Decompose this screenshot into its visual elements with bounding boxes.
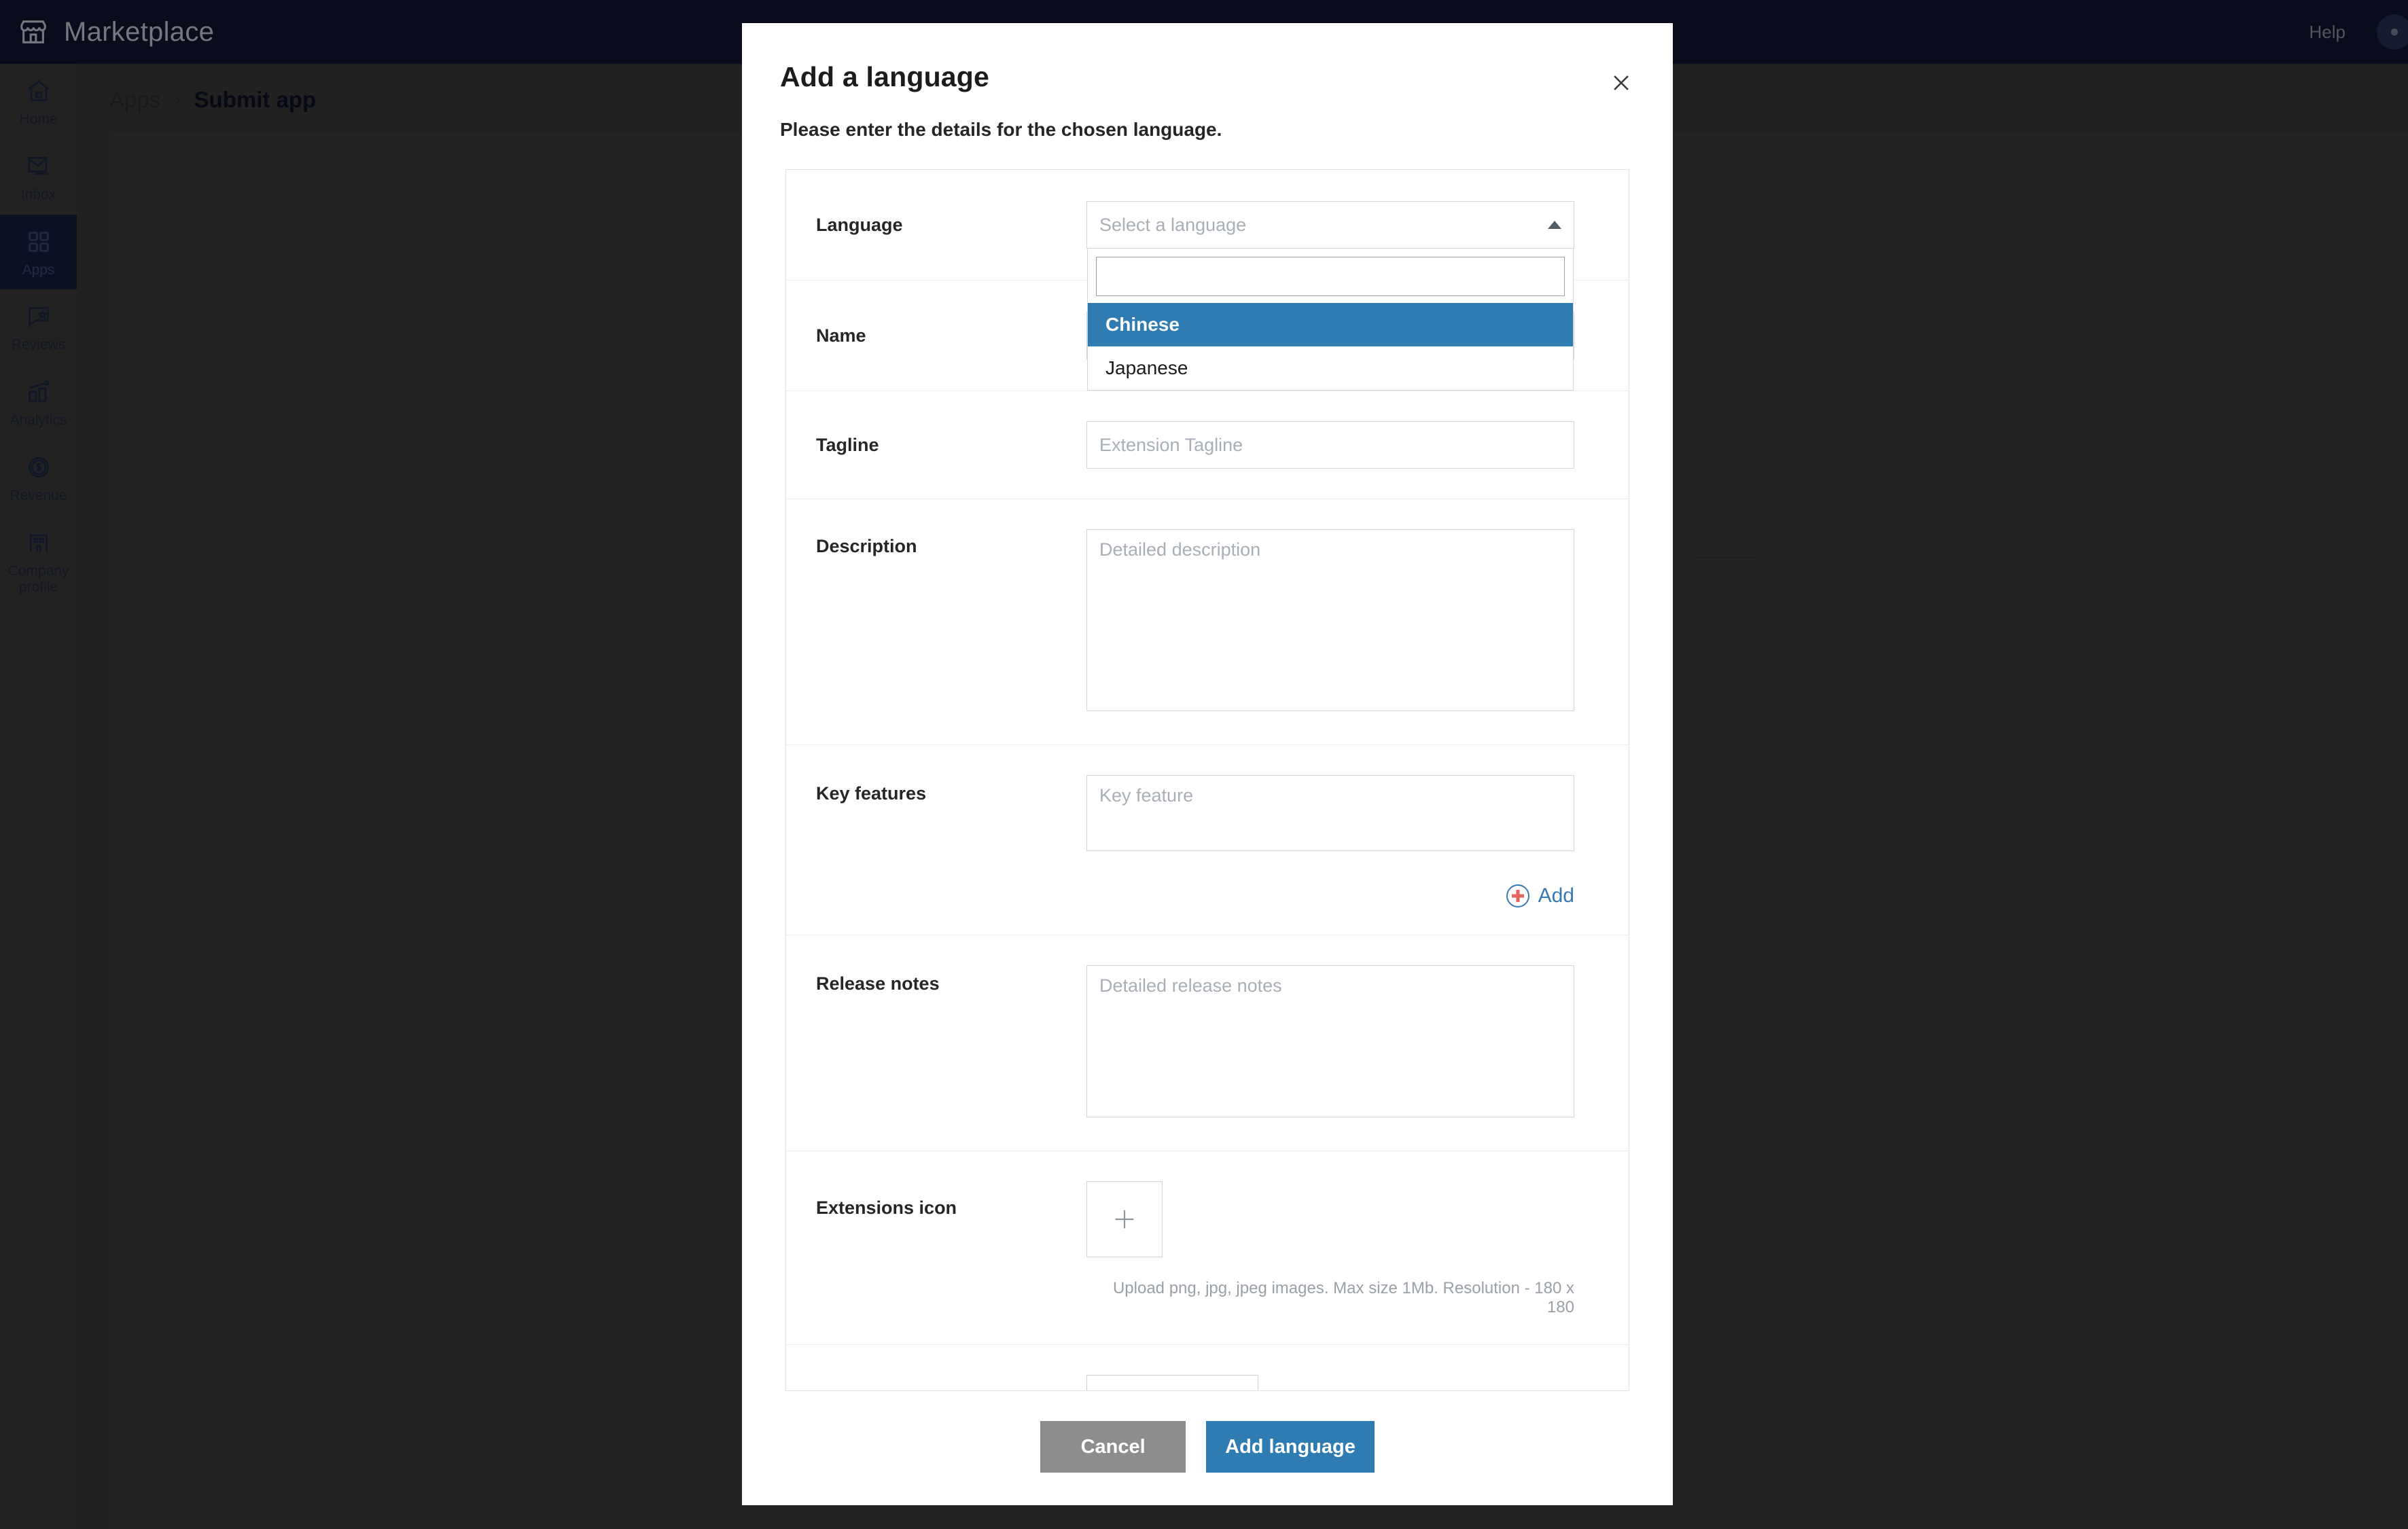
modal-form: Language Select a language Chinese Japan… bbox=[785, 169, 1629, 1391]
key-features-control: Add bbox=[1086, 775, 1574, 913]
close-icon bbox=[1614, 75, 1629, 90]
add-key-feature-label: Add bbox=[1538, 884, 1574, 907]
modal-title: Add a language bbox=[780, 61, 990, 92]
key-features-label: Key features bbox=[816, 783, 927, 804]
close-button[interactable] bbox=[1602, 64, 1640, 102]
field-row-thumbnail: Thumbnail Upload png, jpg, jpeg images. … bbox=[786, 1345, 1629, 1390]
add-language-modal: Add a language Please enter the details … bbox=[742, 23, 1673, 1505]
field-row-tagline: Tagline bbox=[786, 391, 1629, 499]
language-control: Select a language Chinese Japanese bbox=[1086, 201, 1574, 391]
name-label: Name bbox=[816, 325, 866, 346]
tagline-input[interactable] bbox=[1086, 421, 1574, 469]
release-notes-label: Release notes bbox=[816, 973, 940, 994]
release-notes-textarea[interactable] bbox=[1086, 965, 1574, 1117]
description-textarea[interactable] bbox=[1086, 529, 1574, 711]
cancel-button[interactable]: Cancel bbox=[1040, 1421, 1186, 1473]
add-language-button[interactable]: Add language bbox=[1206, 1421, 1375, 1473]
extensions-icon-control: Upload png, jpg, jpeg images. Max size 1… bbox=[1086, 1181, 1574, 1317]
field-row-release-notes: Release notes bbox=[786, 935, 1629, 1151]
tagline-control bbox=[1086, 421, 1574, 469]
extensions-icon-label: Extensions icon bbox=[816, 1198, 957, 1218]
field-row-description: Description bbox=[786, 499, 1629, 745]
field-row-key-features: Key features Add bbox=[786, 745, 1629, 935]
language-select-value: Select a language bbox=[1099, 214, 1247, 235]
release-notes-control bbox=[1086, 965, 1574, 1121]
add-key-feature-button[interactable]: Add bbox=[1506, 884, 1574, 907]
add-key-feature-row: Add bbox=[1086, 884, 1574, 907]
field-row-extensions-icon: Extensions icon Upload png, jpg, jpeg im… bbox=[786, 1151, 1629, 1345]
thumbnail-control: Upload png, jpg, jpeg images. Max size 1… bbox=[1086, 1375, 1574, 1390]
description-label: Description bbox=[816, 536, 917, 556]
plus-icon bbox=[1115, 1210, 1134, 1229]
modal-header: Add a language bbox=[742, 23, 1673, 93]
app-root: Marketplace Help ● Home Inbox Apps Revie… bbox=[0, 0, 2408, 1529]
modal-overlay[interactable]: Add a language Please enter the details … bbox=[0, 0, 2408, 1529]
language-option-chinese[interactable]: Chinese bbox=[1088, 303, 1573, 346]
description-control bbox=[1086, 529, 1574, 715]
plus-circle-icon bbox=[1506, 884, 1529, 907]
modal-subtitle: Please enter the details for the chosen … bbox=[780, 119, 1222, 140]
language-option-japanese[interactable]: Japanese bbox=[1088, 346, 1573, 390]
language-dropdown: Chinese Japanese bbox=[1087, 249, 1574, 391]
language-label: Language bbox=[816, 214, 903, 235]
thumbnail-label: Thumbnail bbox=[816, 1375, 1086, 1390]
chevron-up-icon bbox=[1548, 221, 1561, 229]
thumbnail-upload[interactable] bbox=[1086, 1375, 1258, 1390]
language-select[interactable]: Select a language Chinese Japanese bbox=[1086, 201, 1574, 391]
field-row-language: Language Select a language Chinese Japan… bbox=[786, 170, 1629, 391]
modal-footer: Cancel Add language bbox=[742, 1391, 1673, 1505]
extensions-icon-upload[interactable] bbox=[1086, 1181, 1163, 1257]
tagline-label: Tagline bbox=[816, 434, 879, 455]
language-search-input[interactable] bbox=[1096, 257, 1565, 296]
extensions-icon-hint: Upload png, jpg, jpeg images. Max size 1… bbox=[1112, 1279, 1574, 1316]
key-feature-textarea[interactable] bbox=[1086, 775, 1574, 851]
